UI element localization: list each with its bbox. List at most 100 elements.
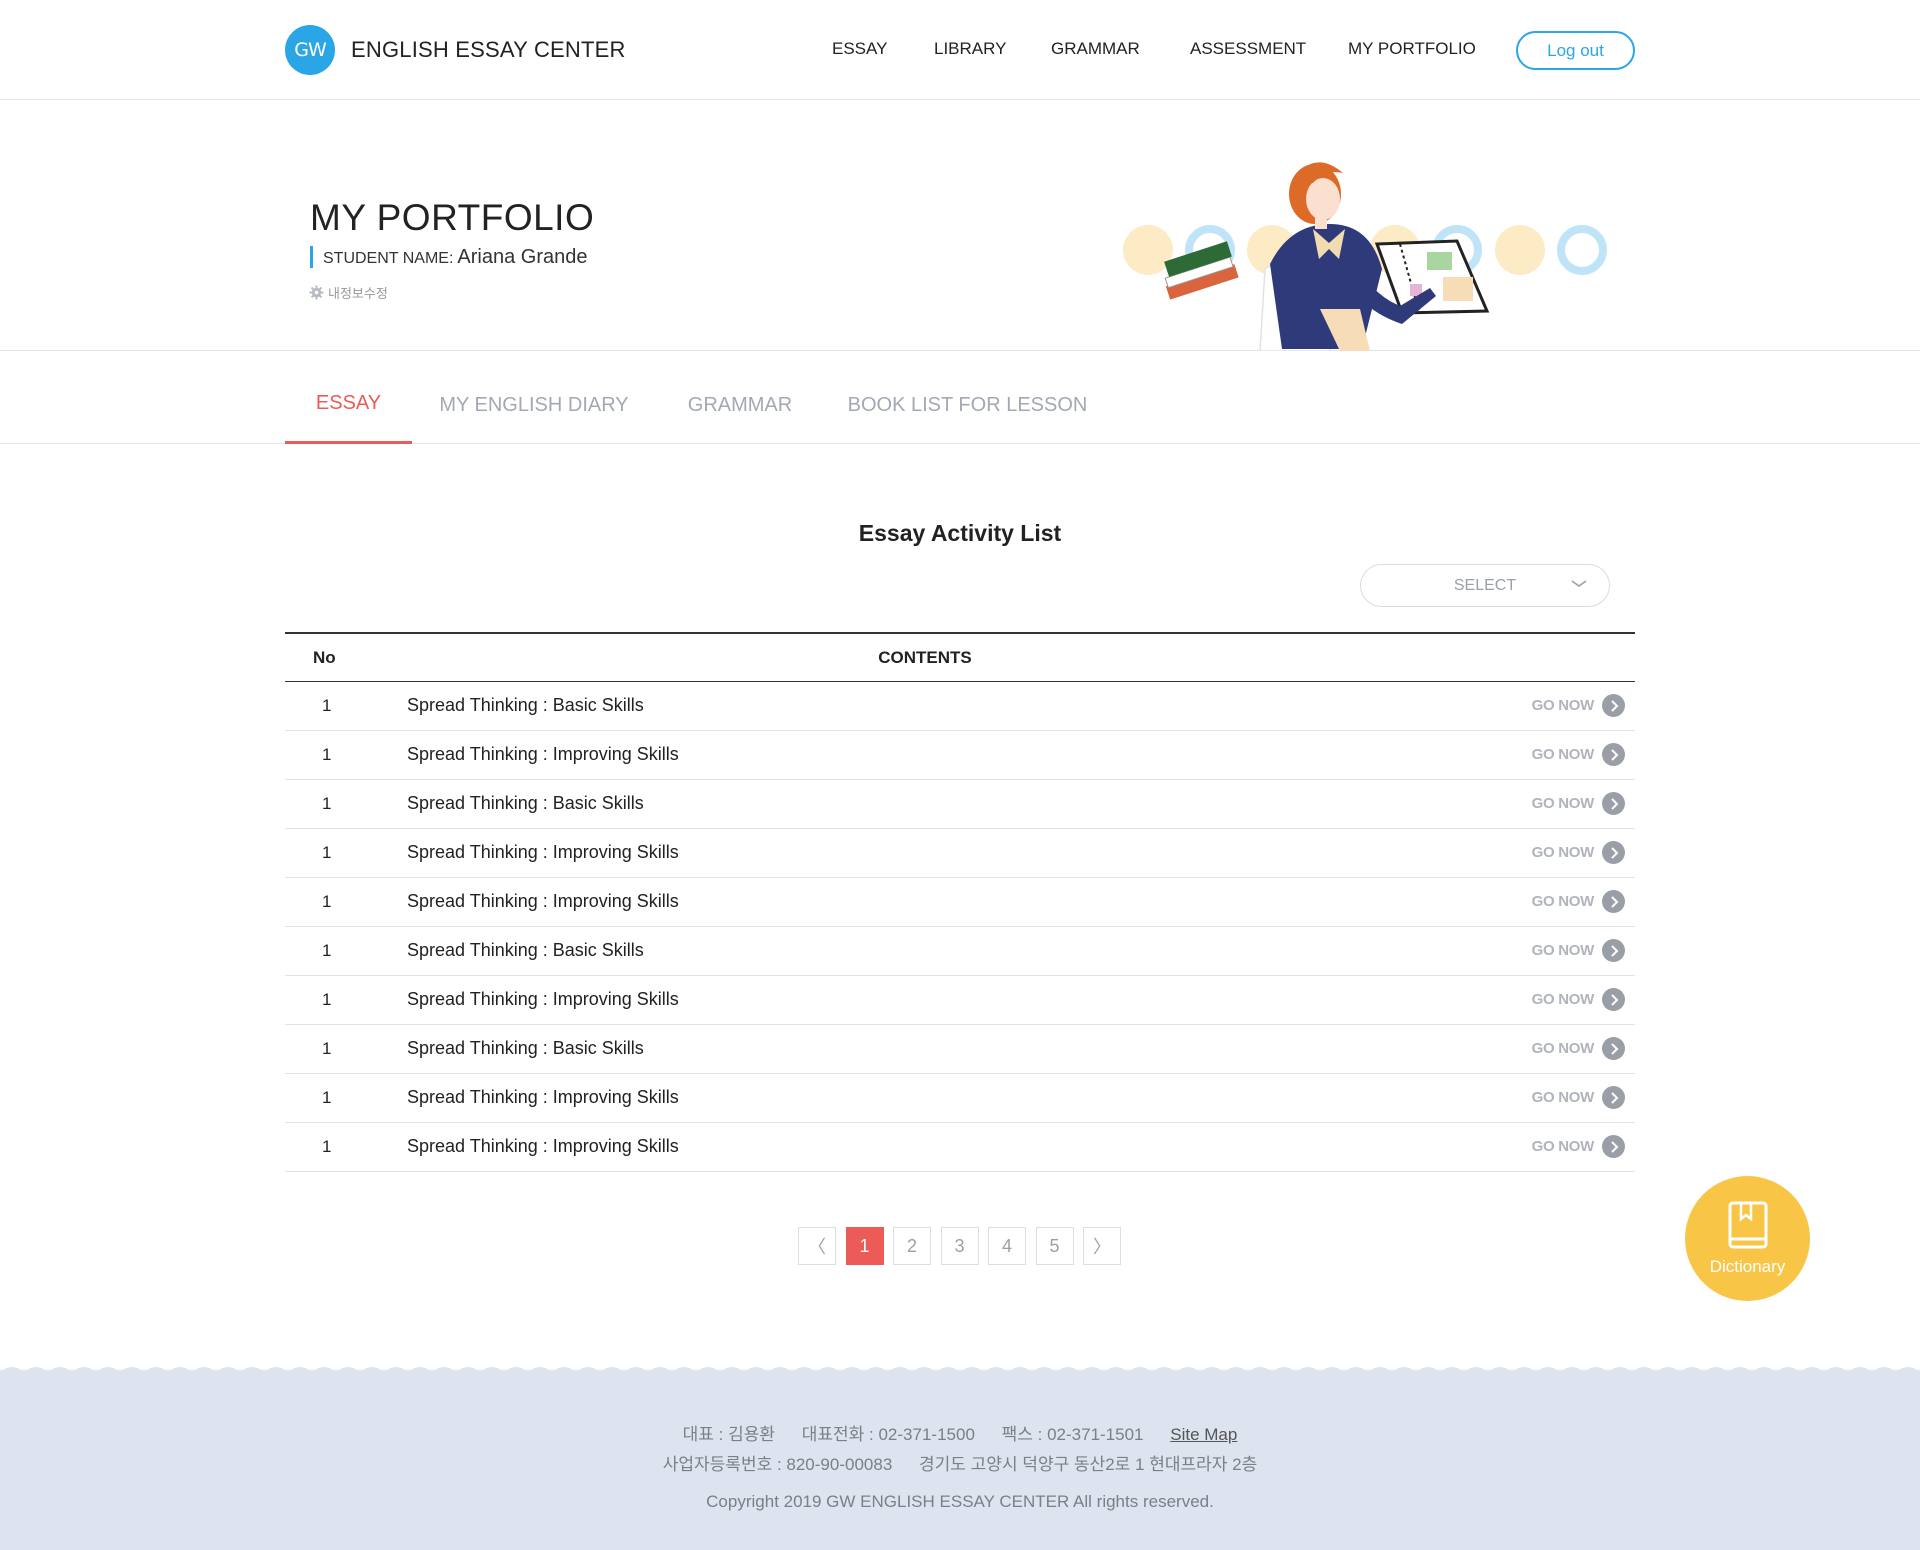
nav-item-my-portfolio[interactable]: MY PORTFOLIO — [1348, 39, 1476, 59]
student-reading-illustration — [1123, 162, 1607, 351]
prev-page-button[interactable]: 〈 — [798, 1227, 836, 1265]
chevron-right-icon — [1602, 694, 1625, 717]
page-button-1[interactable]: 1 — [845, 1227, 884, 1265]
go-now-button[interactable]: GO NOW — [1532, 1037, 1625, 1060]
table-row: 1 Spread Thinking : Improving Skills GO NO… — [285, 878, 1635, 927]
nav-item-essay[interactable]: ESSAY — [832, 39, 887, 59]
footer-copyright: Copyright 2019 GW ENGLISH ESSAY CENTER A… — [706, 1492, 1214, 1511]
go-now-label: GO NOW — [1531, 942, 1595, 959]
row-content-link[interactable]: Spread Thinking : Improving Skills — [407, 989, 679, 1010]
page-button-4[interactable]: 4 — [988, 1227, 1026, 1265]
go-now-button[interactable]: GO NOW — [1532, 841, 1625, 864]
row-no: 1 — [322, 941, 332, 960]
go-now-label: GO NOW — [1531, 844, 1595, 861]
edit-profile-label: 내정보수정 — [328, 286, 388, 301]
chevron-right-icon — [1602, 1037, 1625, 1060]
next-page-button[interactable]: 〉 — [1083, 1227, 1121, 1265]
chevron-right-icon — [1602, 988, 1625, 1011]
chevron-right-icon — [1602, 1086, 1625, 1109]
row-content-link[interactable]: Spread Thinking : Improving Skills — [407, 1087, 679, 1108]
page-button-5[interactable]: 5 — [1035, 1227, 1074, 1265]
footer-business-line: 사업자등록번호 : 820-90-00083 경기도 고양시 덕양구 동산2로 … — [0, 1450, 1920, 1475]
go-now-button[interactable]: GO NOW — [1532, 1086, 1625, 1109]
essay-activity-table: No CONTENTS 1 Spread Thinking : Basic Ski… — [285, 632, 1635, 1172]
edit-profile-link[interactable]: 내정보수정 — [309, 283, 388, 302]
row-content-link[interactable]: Spread Thinking : Basic Skills — [407, 695, 644, 716]
book-icon — [1728, 1201, 1767, 1248]
nav-item-grammar[interactable]: GRAMMAR — [1051, 39, 1140, 59]
row-no: 1 — [322, 1137, 332, 1156]
page-button-2[interactable]: 2 — [893, 1227, 931, 1265]
gear-icon — [309, 285, 324, 300]
column-header-contents: CONTENTS — [878, 648, 972, 667]
go-now-button[interactable]: GO NOW — [1532, 939, 1625, 962]
table-row: 1 Spread Thinking : Basic Skills GO NOW — [285, 927, 1635, 976]
row-no: 1 — [322, 892, 332, 911]
table-row: 1 Spread Thinking : Improving Skills GO NO… — [285, 1074, 1635, 1123]
row-no: 1 — [322, 843, 332, 862]
student-name-value: Ariana Grande — [457, 246, 588, 268]
row-no: 1 — [322, 1039, 332, 1058]
chevron-down-icon — [1571, 580, 1587, 587]
row-content-link[interactable]: Spread Thinking : Improving Skills — [407, 842, 679, 863]
footer-phone: 대표전화 : 02-371-1500 — [801, 1425, 975, 1444]
site-header: GW ENGLISH ESSAY CENTER ESSAY LIBRARY GR… — [0, 0, 1920, 100]
footer-contact-line: 대표 : 김용환 대표전화 : 02-371-1500 팩스 : 02-371-… — [0, 1420, 1920, 1445]
tab-my-english-diary[interactable]: MY ENGLISH DIARY — [430, 352, 638, 444]
go-now-button[interactable]: GO NOW — [1532, 694, 1625, 717]
go-now-label: GO NOW — [1531, 697, 1595, 714]
portfolio-hero: MY PORTFOLIO STUDENT NAME: Ariana Grande… — [0, 101, 1920, 351]
table-row: 1 Spread Thinking : Basic Skills GO NOW — [285, 780, 1635, 829]
chevron-right-icon — [1602, 792, 1625, 815]
go-now-button[interactable]: GO NOW — [1532, 792, 1625, 815]
go-now-label: GO NOW — [1531, 893, 1595, 910]
row-no: 1 — [322, 794, 332, 813]
go-now-button[interactable]: GO NOW — [1532, 988, 1625, 1011]
nav-item-assessment[interactable]: ASSESSMENT — [1190, 39, 1306, 59]
chevron-right-icon — [1602, 1135, 1625, 1158]
filter-select[interactable]: SELECT — [1360, 564, 1610, 607]
go-now-button[interactable]: GO NOW — [1532, 1135, 1625, 1158]
student-name-line: STUDENT NAME: Ariana Grande — [310, 246, 587, 268]
logout-button[interactable]: Log out — [1516, 31, 1635, 70]
table-row: 1 Spread Thinking : Improving Skills GO NO… — [285, 731, 1635, 780]
table-header: No CONTENTS — [285, 632, 1635, 682]
table-row: 1 Spread Thinking : Basic Skills GO NOW — [285, 1025, 1635, 1074]
go-now-label: GO NOW — [1531, 795, 1595, 812]
row-content-link[interactable]: Spread Thinking : Basic Skills — [407, 940, 644, 961]
row-no: 1 — [322, 745, 332, 764]
list-title: Essay Activity List — [858, 520, 1062, 546]
table-row: 1 Spread Thinking : Improving Skills GO NO… — [285, 976, 1635, 1025]
row-content-link[interactable]: Spread Thinking : Improving Skills — [407, 1136, 679, 1157]
nav-item-library[interactable]: LIBRARY — [934, 39, 1006, 59]
tab-grammar[interactable]: GRAMMAR — [675, 352, 805, 444]
page-button-3[interactable]: 3 — [940, 1227, 979, 1265]
site-footer: 대표 : 김용환 대표전화 : 02-371-1500 팩스 : 02-371-… — [0, 1367, 1920, 1550]
go-now-label: GO NOW — [1531, 1089, 1595, 1106]
row-content-link[interactable]: Spread Thinking : Basic Skills — [407, 793, 644, 814]
page-title: MY PORTFOLIO — [310, 197, 595, 238]
chevron-right-icon — [1602, 743, 1625, 766]
row-content-link[interactable]: Spread Thinking : Improving Skills — [407, 744, 679, 765]
row-content-link[interactable]: Spread Thinking : Improving Skills — [407, 891, 679, 912]
dictionary-button[interactable]: Dictionary — [1685, 1176, 1810, 1301]
student-name-label: STUDENT NAME: — [323, 250, 454, 267]
tab-essay[interactable]: ESSAY — [285, 352, 412, 444]
table-body: 1 Spread Thinking : Basic Skills GO NOW 1 Sp… — [285, 682, 1635, 1172]
chevron-right-icon — [1602, 841, 1625, 864]
table-row: 1 Spread Thinking : Basic Skills GO NOW — [285, 682, 1635, 731]
go-now-label: GO NOW — [1531, 991, 1595, 1008]
pagination: 〈 1 2 3 4 5 〉 — [798, 1227, 1131, 1265]
row-content-link[interactable]: Spread Thinking : Basic Skills — [407, 1038, 644, 1059]
go-now-label: GO NOW — [1531, 746, 1595, 763]
sitemap-link[interactable]: Site Map — [1170, 1425, 1237, 1444]
go-now-button[interactable]: GO NOW — [1532, 890, 1625, 913]
row-no: 1 — [322, 696, 332, 715]
go-now-button[interactable]: GO NOW — [1532, 743, 1625, 766]
row-no: 1 — [322, 990, 332, 1009]
footer-business-no: 사업자등록번호 : 820-90-00083 — [662, 1455, 893, 1474]
footer-fax: 팩스 : 02-371-1501 — [1001, 1425, 1144, 1444]
portfolio-tabs: ESSAY MY ENGLISH DIARY GRAMMAR BOOK LIST… — [0, 352, 1920, 444]
chevron-right-icon — [1602, 939, 1625, 962]
tab-book-list-for-lesson[interactable]: BOOK LIST FOR LESSON — [845, 352, 1090, 444]
